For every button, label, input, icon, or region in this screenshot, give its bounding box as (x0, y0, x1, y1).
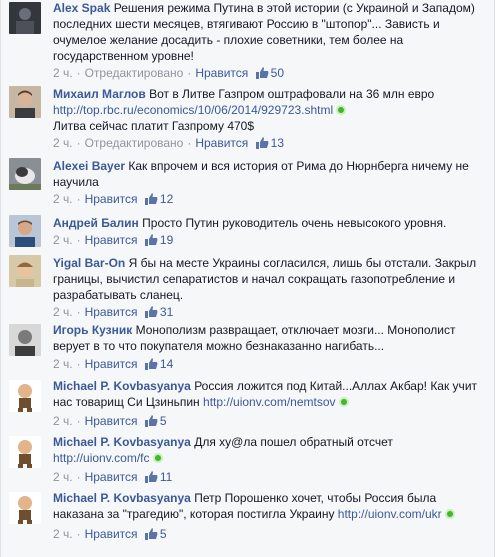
like-button[interactable]: Нравится (195, 66, 248, 80)
like-count[interactable]: 5 (160, 414, 167, 428)
like-icon (255, 67, 269, 79)
like-button[interactable]: Нравится (85, 357, 138, 371)
comment-meta: 2 ч. · Нравится 5 (53, 414, 167, 428)
comment-meta: 2 ч. · Отредактировано · Нравится 50 (53, 66, 284, 80)
like-icon (144, 193, 158, 205)
verified-badge-icon (444, 509, 455, 519)
comment-time[interactable]: 2 ч. (53, 470, 73, 484)
comment-text: Просто Путин руководитель очень невысоко… (142, 216, 447, 230)
comment-author[interactable]: Андрей Балин (53, 216, 139, 230)
like-button[interactable]: Нравится (195, 136, 248, 150)
like-count[interactable]: 14 (160, 357, 173, 371)
comment-author[interactable]: Игорь Кузник (53, 323, 132, 337)
comment-time[interactable]: 2 ч. (53, 192, 73, 206)
comment-author[interactable]: Михаил Маглов (53, 87, 146, 101)
comment-author[interactable]: Michael P. Kovbasyanya (53, 379, 191, 393)
comment-author[interactable]: Alex Spak (53, 1, 110, 15)
avatar[interactable] (9, 492, 41, 524)
comment-link[interactable]: http://top.rbc.ru/economics/10/06/2014/9… (53, 103, 333, 117)
comment-time[interactable]: 2 ч. (53, 527, 73, 541)
comment-item: Alex Spak Решения режима Путина в этой и… (1, 0, 494, 82)
avatar[interactable] (9, 215, 41, 247)
avatar[interactable] (9, 2, 41, 34)
comment-meta: 2 ч. · Нравится 19 (53, 233, 174, 247)
like-button[interactable]: Нравится (85, 470, 138, 484)
like-icon (144, 415, 158, 427)
comment-link[interactable]: http://uionv.com/nemtsov (203, 395, 336, 409)
comment-time[interactable]: 2 ч. (53, 233, 73, 247)
like-icon (144, 528, 158, 540)
avatar[interactable] (9, 324, 41, 356)
comment-author[interactable]: Alexei Bayer (53, 159, 125, 173)
like-icon (144, 306, 158, 318)
like-button[interactable]: Нравится (85, 305, 138, 319)
comment-text: Решения режима Путина в этой истории (с … (53, 1, 475, 63)
edited-label[interactable]: Отредактировано (85, 136, 184, 150)
like-count[interactable]: 50 (271, 66, 284, 80)
like-icon (144, 234, 158, 246)
comment-meta: 2 ч. · Нравится 12 (53, 192, 174, 206)
comment-meta: 2 ч. · Нравится 5 (53, 527, 167, 541)
like-icon (144, 358, 158, 370)
comment-time[interactable]: 2 ч. (53, 66, 73, 80)
like-button[interactable]: Нравится (85, 233, 138, 247)
comments-panel: Alex Spak Решения режима Путина в этой и… (0, 0, 495, 557)
comment-meta: 2 ч. · Нравится 11 (53, 470, 173, 484)
verified-badge-icon (336, 105, 347, 115)
comment-text: Вот в Литве Газпром оштрафовали на 36 мл… (149, 87, 435, 101)
avatar[interactable] (9, 380, 41, 412)
like-button[interactable]: Нравится (85, 414, 138, 428)
comment-time[interactable]: 2 ч. (53, 414, 73, 428)
comment-link[interactable]: http://uionv.com/fc (53, 451, 150, 465)
comment-time[interactable]: 2 ч. (53, 357, 73, 371)
comment-text-extra: Литва сейчас платит Газпрому 470$ (53, 119, 255, 133)
verified-badge-icon (338, 397, 349, 407)
comment-time[interactable]: 2 ч. (53, 305, 73, 319)
avatar[interactable] (9, 86, 41, 118)
like-count[interactable]: 19 (160, 233, 173, 247)
comment-meta: 2 ч. · Нравится 31 (53, 305, 174, 319)
verified-badge-icon (152, 453, 163, 463)
comment-meta: 2 ч. · Отредактировано · Нравится 13 (53, 136, 284, 150)
like-count[interactable]: 12 (160, 192, 173, 206)
like-count[interactable]: 11 (160, 470, 172, 484)
comment-link[interactable]: http://uionv.com/ukr (338, 507, 442, 521)
comment-author[interactable]: Yigal Bar-On (53, 256, 125, 270)
comment-author[interactable]: Michael P. Kovbasyanya (53, 435, 191, 449)
comment-author[interactable]: Michael P. Kovbasyanya (53, 491, 191, 505)
like-count[interactable]: 5 (160, 527, 167, 541)
comment-meta: 2 ч. · Нравится 14 (53, 357, 174, 371)
edited-label[interactable]: Отредактировано (85, 66, 184, 80)
like-button[interactable]: Нравится (85, 192, 138, 206)
like-icon (255, 137, 269, 149)
comment-time[interactable]: 2 ч. (53, 136, 73, 150)
avatar[interactable] (9, 255, 41, 287)
like-count[interactable]: 13 (271, 136, 284, 150)
comment-text: Для ху@ла пошел обратный отсчет (194, 435, 393, 449)
like-button[interactable]: Нравится (85, 527, 138, 541)
like-count[interactable]: 31 (160, 305, 173, 319)
avatar[interactable] (9, 158, 41, 190)
like-icon (144, 471, 158, 483)
avatar[interactable] (9, 436, 41, 468)
